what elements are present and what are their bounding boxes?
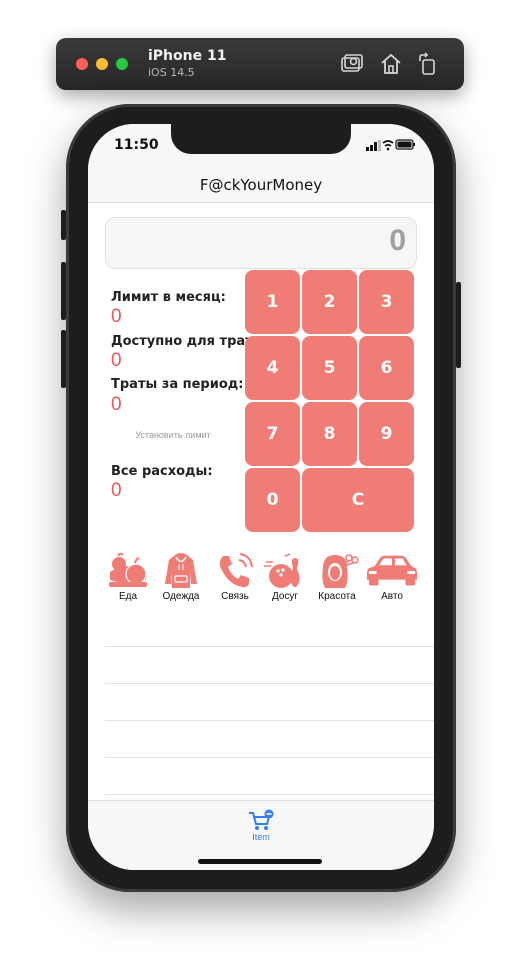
device-name: iPhone 11 <box>148 48 227 64</box>
category-food-label: Еда <box>118 591 138 602</box>
os-version: iOS 14.5 <box>148 66 195 79</box>
available-label: Доступно для трат: <box>111 334 258 349</box>
clear-key[interactable]: C <box>302 468 414 532</box>
category-auto[interactable]: Авто <box>363 552 421 604</box>
monthly-limit-value: 0 <box>111 306 122 327</box>
status-time: 11:50 <box>114 137 159 153</box>
category-clothes[interactable]: Одежда <box>153 552 209 604</box>
battery-icon <box>395 139 415 150</box>
simulator-title-bar: iPhone 11 iOS 14.5 <box>56 38 464 90</box>
key-3[interactable]: 3 <box>359 270 414 334</box>
tab-item[interactable] <box>248 809 274 831</box>
category-auto-label: Авто <box>381 591 403 602</box>
hoodie-icon <box>165 553 197 588</box>
key-9[interactable]: 9 <box>359 402 414 466</box>
category-clothes-label: Одежда <box>162 591 200 602</box>
page-title: F@ckYourMoney <box>199 176 323 194</box>
list-row-separator <box>105 720 434 721</box>
hairdresser-icon <box>322 554 359 588</box>
monthly-limit-label: Лимит в месяц: <box>111 290 226 305</box>
screenshot-icon[interactable] <box>340 52 364 76</box>
tab-item-label[interactable]: Item <box>88 832 434 842</box>
category-food[interactable]: Еда <box>100 552 156 604</box>
key-4[interactable]: 4 <box>245 336 300 400</box>
key-1[interactable]: 1 <box>245 270 300 334</box>
period-spending-value: 0 <box>111 394 122 415</box>
category-leisure-label: Досуг <box>271 591 299 602</box>
mute-switch <box>61 210 66 240</box>
key-6[interactable]: 6 <box>359 336 414 400</box>
bowling-icon <box>264 553 300 588</box>
car-icon <box>366 555 418 586</box>
minimize-window-button[interactable] <box>96 58 108 70</box>
food-icon <box>109 552 147 587</box>
key-2[interactable]: 2 <box>302 270 357 334</box>
category-communication-label: Связь <box>221 591 249 602</box>
wifi-icon <box>382 140 394 151</box>
volume-up-button <box>61 262 66 320</box>
volume-down-button <box>61 330 66 388</box>
list-row-separator <box>105 683 434 684</box>
key-5[interactable]: 5 <box>302 336 357 400</box>
list-row-separator <box>105 794 434 795</box>
phone-call-icon <box>219 553 253 588</box>
category-beauty-label: Красота <box>318 591 356 602</box>
period-spending-label: Траты за период: <box>111 377 244 392</box>
close-window-button[interactable] <box>76 58 88 70</box>
total-spending-label: Все расходы: <box>111 464 213 479</box>
amount-display: 0 <box>105 217 417 269</box>
phone-screen: F@ckYourMoney 11:50 0 Лимит в месяц: 0 Д… <box>88 124 434 870</box>
category-leisure[interactable]: Досуг <box>257 552 313 604</box>
status-icons <box>366 138 416 152</box>
category-beauty[interactable]: Красота <box>309 552 365 604</box>
list-row-separator <box>105 646 434 647</box>
cart-icon <box>249 809 274 830</box>
category-communication[interactable]: Связь <box>207 552 263 604</box>
key-0[interactable]: 0 <box>245 468 300 532</box>
signal-icon <box>366 140 381 151</box>
set-limit-link[interactable]: Установить лимит <box>118 430 228 440</box>
key-7[interactable]: 7 <box>245 402 300 466</box>
rotate-icon[interactable] <box>416 52 440 76</box>
amount-display-value: 0 <box>389 224 406 257</box>
available-value: 0 <box>111 350 122 371</box>
key-8[interactable]: 8 <box>302 402 357 466</box>
home-indicator <box>198 859 322 864</box>
list-row-separator <box>105 757 434 758</box>
zoom-window-button[interactable] <box>116 58 128 70</box>
total-spending-value: 0 <box>111 480 122 501</box>
home-icon[interactable] <box>379 52 403 76</box>
power-button <box>456 282 461 368</box>
notch <box>171 124 351 154</box>
